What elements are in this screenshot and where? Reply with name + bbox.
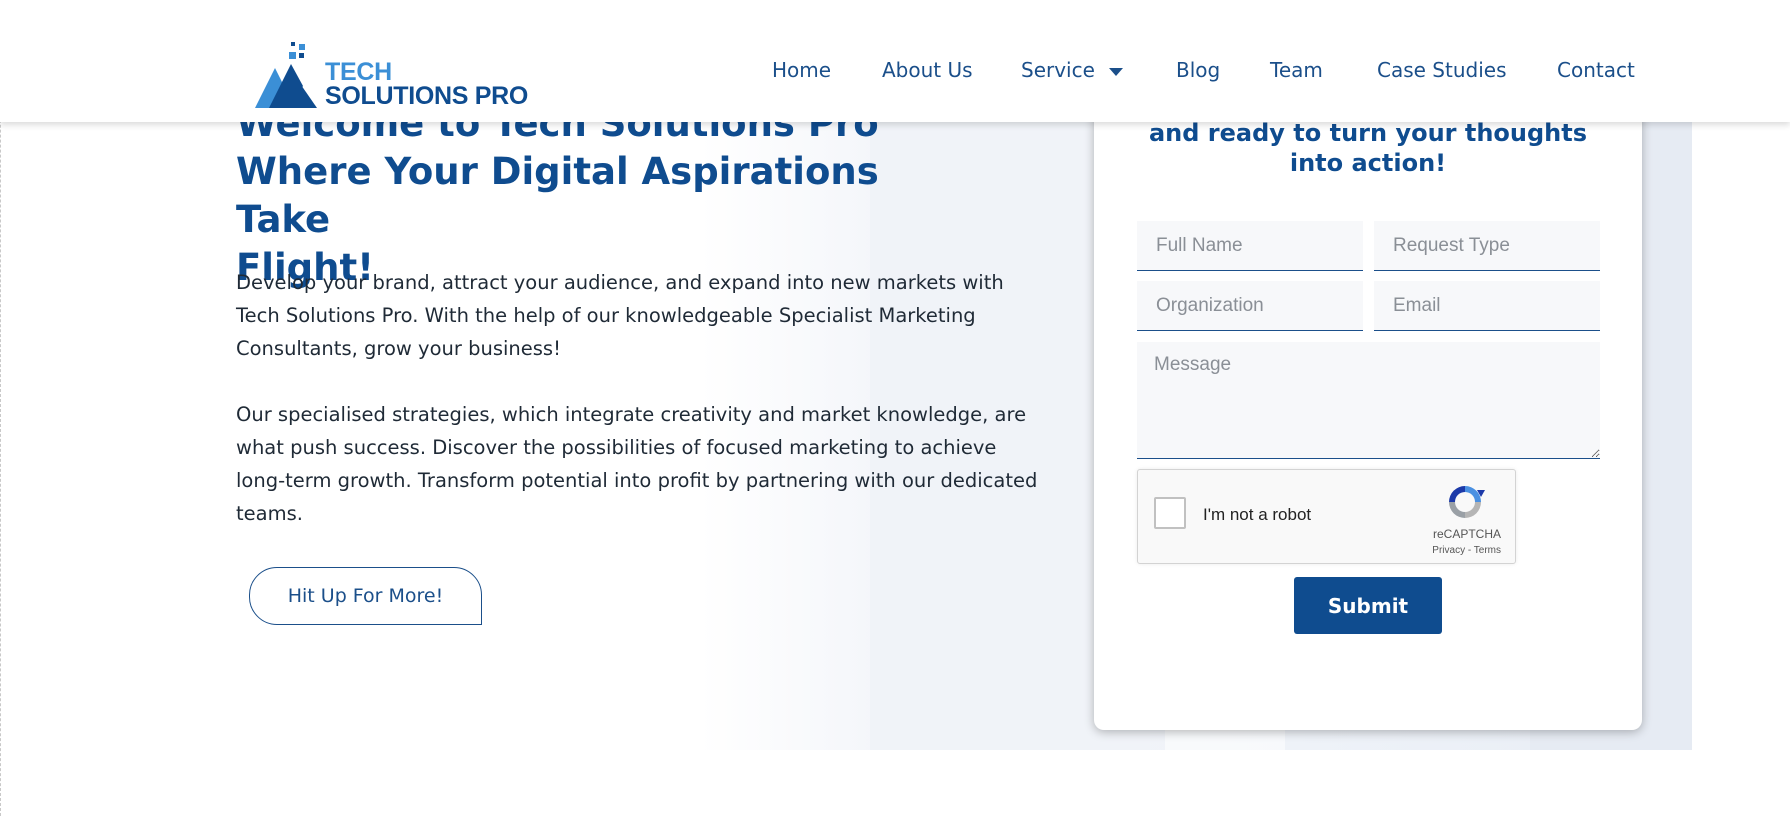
logo-text-line: SOLUTIONS PRO	[325, 82, 529, 110]
organization-field[interactable]	[1137, 281, 1363, 331]
page-guide-line	[0, 0, 1, 816]
hero-paragraph: Our specialised strategies, which integr…	[236, 403, 1038, 525]
hit-up-for-more-button[interactable]: Hit Up For More!	[249, 567, 482, 625]
nav-item-home[interactable]: Home	[772, 58, 831, 82]
recaptcha-brand: reCAPTCHA	[1432, 527, 1501, 541]
submit-button[interactable]: Submit	[1294, 577, 1442, 634]
nav-item-label: Service	[1021, 58, 1095, 82]
nav-item-contact[interactable]: Contact	[1557, 58, 1635, 82]
nav-item-service[interactable]: Service	[1021, 58, 1123, 82]
hero-title-line: Where Your Digital Aspirations Take	[236, 150, 879, 241]
message-field[interactable]	[1137, 342, 1600, 459]
chevron-down-icon	[1108, 67, 1123, 76]
recaptcha-checkbox[interactable]	[1154, 497, 1186, 529]
request-type-field[interactable]	[1374, 221, 1600, 271]
logo-text-line: TECH	[325, 58, 392, 86]
hero-paragraph: Develop your brand, attract your audienc…	[236, 271, 1004, 360]
recaptcha-widget: I'm not a robot reCAPTCHA Privacy - Term…	[1137, 469, 1516, 564]
site-header: TECH SOLUTIONS PRO Home About Us Service…	[0, 0, 1790, 122]
nav-item-about-us[interactable]: About Us	[882, 58, 973, 82]
nav-item-blog[interactable]: Blog	[1176, 58, 1220, 82]
full-name-field[interactable]	[1137, 221, 1363, 271]
site-logo[interactable]: TECH SOLUTIONS PRO	[253, 40, 533, 112]
logo-mark-icon	[255, 42, 317, 108]
recaptcha-label: I'm not a robot	[1203, 505, 1312, 524]
logo-wordmark: TECH SOLUTIONS PRO	[325, 58, 529, 110]
form-heading: and ready to turn your thoughts into act…	[1148, 119, 1588, 177]
email-field[interactable]	[1374, 281, 1600, 331]
recaptcha-privacy-terms-link[interactable]: Privacy - Terms	[1432, 545, 1501, 556]
nav-item-case-studies[interactable]: Case Studies	[1377, 58, 1507, 82]
hero-title: Welcome to Tech Solutions Pro Where Your…	[236, 100, 956, 292]
nav-item-team[interactable]: Team	[1270, 58, 1323, 82]
recaptcha-logo-icon	[1449, 486, 1485, 518]
